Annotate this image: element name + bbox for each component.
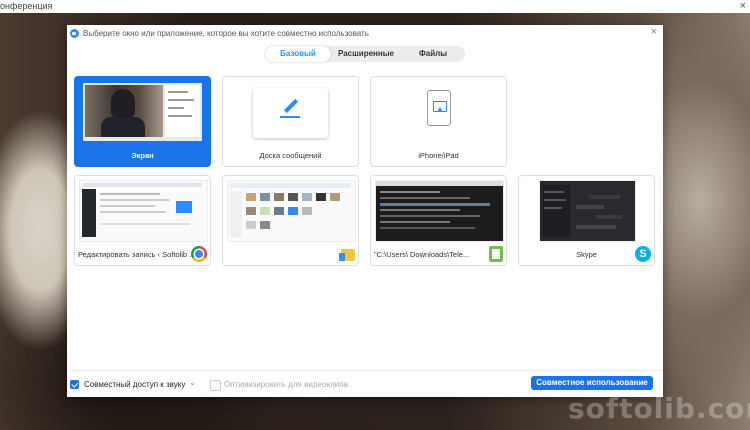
- pencil-underline: [280, 116, 300, 118]
- console-window-thumbnail: [375, 180, 504, 242]
- share-card-screen[interactable]: Экран: [74, 76, 211, 167]
- thumbnail-person-head: [111, 89, 135, 119]
- thumbnail-side-panel: [165, 85, 200, 137]
- share-card-explorer-window[interactable]: [222, 175, 359, 266]
- screen-thumbnail: [83, 83, 202, 141]
- card-label: iPhone/iPad: [418, 151, 459, 160]
- share-card-skype-window[interactable]: Skype S: [518, 175, 655, 266]
- share-card-iphone-ipad[interactable]: iPhone/iPad: [370, 76, 507, 167]
- card-label: Skype: [576, 250, 597, 259]
- tab-advanced[interactable]: Расширенные: [331, 46, 401, 62]
- ipad-icon: [427, 90, 451, 126]
- skype-icon: S: [635, 246, 651, 262]
- window-titlebar: онференция ×: [0, 0, 750, 13]
- optimize-video-label: Оптимизировать для видеоклипа: [224, 380, 348, 389]
- dialog-title-text: Выберите окно или приложение, которое вы…: [83, 29, 369, 38]
- share-button[interactable]: Совместное использование: [531, 376, 653, 390]
- window-close-icon[interactable]: ×: [740, 0, 746, 13]
- explorer-window-thumbnail: [227, 180, 356, 242]
- notepad-icon: [489, 246, 503, 262]
- watermark: softolib.com: [568, 392, 750, 425]
- card-label: Экран: [131, 151, 154, 160]
- share-card-console-window[interactable]: "C:\Users\ Downloads\Tele...: [370, 175, 507, 266]
- share-tabs: Базовый Расширенные Файлы: [265, 46, 465, 62]
- tab-files[interactable]: Файлы: [401, 46, 465, 62]
- card-label: "C:\Users\ Downloads\Tele...: [374, 250, 470, 259]
- optimize-video-checkbox: [210, 380, 221, 391]
- thumbnail-person-body: [101, 117, 145, 137]
- share-card-chrome-window[interactable]: Редактировать запись ‹ Softolib ...: [74, 175, 211, 266]
- chevron-down-icon[interactable]: ⌄: [189, 378, 196, 387]
- dialog-close-icon[interactable]: ×: [651, 26, 657, 38]
- chrome-icon: [191, 246, 207, 262]
- dialog-title: Выберите окно или приложение, которое вы…: [70, 28, 369, 40]
- folder-icon: [339, 249, 355, 261]
- skype-window-thumbnail: [539, 180, 636, 242]
- share-audio-label[interactable]: Совместный доступ к звуку: [84, 379, 185, 390]
- share-card-whiteboard[interactable]: Доска сообщений: [222, 76, 359, 167]
- whiteboard-thumbnail: [253, 88, 328, 138]
- zoom-logo-icon: [70, 29, 79, 39]
- pencil-icon: [283, 98, 299, 114]
- window-title: онференция: [0, 1, 53, 11]
- chrome-window-thumbnail: [79, 180, 208, 242]
- tab-basic[interactable]: Базовый: [265, 46, 331, 62]
- card-label: Редактировать запись ‹ Softolib ...: [78, 250, 192, 259]
- airplay-icon: [433, 101, 447, 112]
- share-screen-dialog: Выберите окно или приложение, которое вы…: [67, 25, 663, 397]
- card-label: Доска сообщений: [259, 151, 322, 160]
- share-audio-checkbox[interactable]: [70, 380, 79, 389]
